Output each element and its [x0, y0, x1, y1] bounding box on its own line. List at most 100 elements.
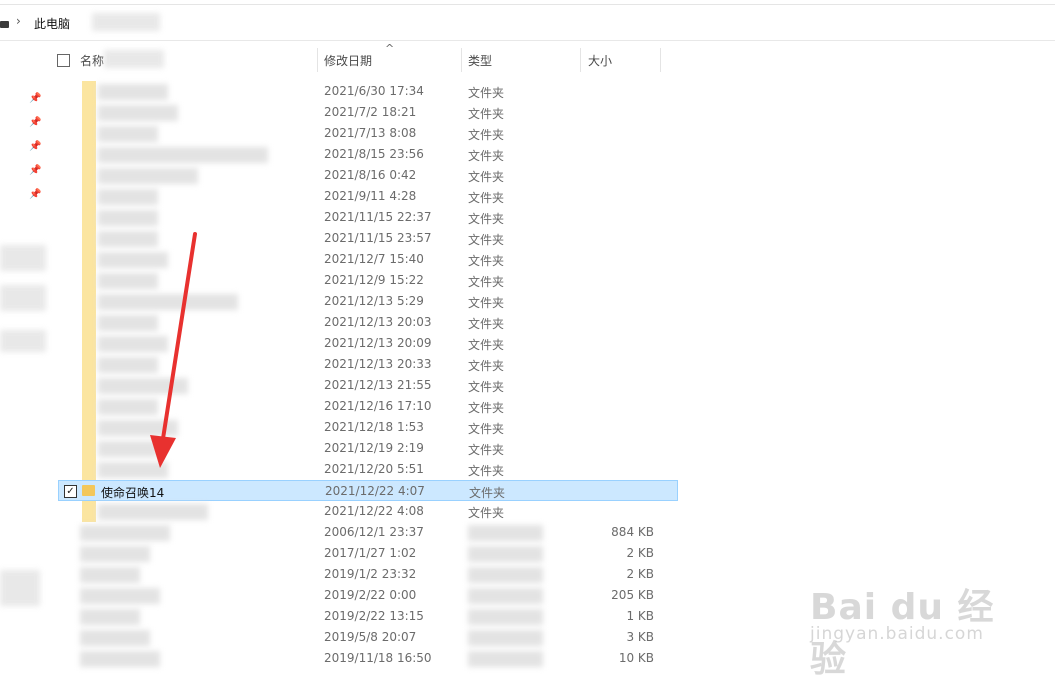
date-modified: 2021/7/13 8:08	[324, 126, 417, 140]
date-modified: 2019/2/22 13:15	[324, 609, 424, 623]
blurred-file-name	[80, 588, 160, 604]
table-row-selected[interactable]: ✓ 使命召唤14 2021/12/22 4:07 文件夹	[58, 480, 678, 501]
blurred-file-name	[98, 105, 178, 121]
file-type: 文件夹	[468, 317, 505, 331]
blurred-file-name	[98, 84, 168, 100]
folder-icon	[82, 81, 96, 102]
folder-icon	[82, 485, 95, 496]
blurred-file-type	[468, 651, 543, 667]
file-size: 3 KB	[626, 630, 654, 644]
date-modified: 2021/8/16 0:42	[324, 168, 417, 182]
date-modified: 2021/8/15 23:56	[324, 147, 424, 161]
folder-icon	[82, 375, 96, 396]
date-modified: 2021/12/13 20:09	[324, 336, 432, 350]
blurred-file-name	[98, 189, 158, 205]
red-arrow-annotation	[150, 232, 197, 468]
column-divider[interactable]	[461, 48, 462, 72]
pin-icon: 📌	[29, 141, 42, 152]
breadcrumb-this-pc[interactable]: 此电脑	[34, 15, 70, 32]
table-row[interactable]: 2021/9/11 4:28 文件夹	[58, 186, 678, 207]
column-type[interactable]: 类型	[468, 52, 492, 69]
row-checkbox[interactable]: ✓	[64, 485, 77, 498]
file-size: 884 KB	[611, 525, 654, 539]
date-modified: 2021/12/16 17:10	[324, 399, 432, 413]
date-modified: 2021/6/30 17:34	[324, 84, 424, 98]
blurred-file-name	[98, 126, 158, 142]
table-row[interactable]: 2019/2/22 13:15 1 KB	[58, 606, 678, 627]
column-divider[interactable]	[317, 48, 318, 72]
blurred-nav-item	[0, 285, 46, 311]
file-type: 文件夹	[468, 275, 505, 289]
table-row[interactable]: 2017/1/27 1:02 2 KB	[58, 543, 678, 564]
table-row[interactable]: 2021/7/2 18:21 文件夹	[58, 102, 678, 123]
column-name[interactable]: 名称	[80, 52, 104, 69]
date-modified: 2021/12/13 5:29	[324, 294, 424, 308]
pin-icon: 📌	[29, 165, 42, 176]
folder-icon	[82, 270, 96, 291]
blurred-file-type	[468, 609, 543, 625]
blurred-breadcrumb	[92, 13, 160, 31]
folder-icon	[82, 228, 96, 249]
column-size[interactable]: 大小	[588, 52, 612, 69]
folder-icon	[82, 249, 96, 270]
file-type: 文件夹	[468, 107, 505, 121]
blurred-file-type	[468, 525, 543, 541]
file-size: 2 KB	[626, 546, 654, 560]
blurred-file-name	[80, 651, 160, 667]
date-modified: 2021/12/13 21:55	[324, 378, 432, 392]
table-row[interactable]: 2021/7/13 8:08 文件夹	[58, 123, 678, 144]
watermark-url: jingyan.baidu.com	[810, 624, 984, 644]
select-all-checkbox[interactable]	[57, 54, 70, 67]
pin-icon: 📌	[29, 117, 42, 128]
date-modified: 2019/2/22 0:00	[324, 588, 417, 602]
blurred-header-area	[104, 50, 164, 68]
folder-icon	[82, 459, 96, 480]
file-type: 文件夹	[468, 359, 505, 373]
table-row[interactable]: 2021/8/16 0:42 文件夹	[58, 165, 678, 186]
file-type: 文件夹	[468, 212, 505, 226]
baidu-jingyan-watermark: Bai du 经验 jingyan.baidu.com	[810, 560, 1010, 680]
table-row[interactable]: 2019/2/22 0:00 205 KB	[58, 585, 678, 606]
folder-icon	[82, 396, 96, 417]
computer-icon	[0, 21, 9, 28]
blurred-file-type	[468, 546, 543, 562]
file-type: 文件夹	[468, 443, 505, 457]
file-type: 文件夹	[468, 233, 505, 247]
pin-icon: 📌	[29, 93, 42, 104]
date-modified: 2019/1/2 23:32	[324, 567, 417, 581]
folder-icon	[82, 123, 96, 144]
column-divider[interactable]	[580, 48, 581, 72]
blurred-file-name	[98, 504, 208, 520]
blurred-file-name	[98, 147, 268, 163]
folder-icon	[82, 501, 96, 522]
table-row[interactable]: 2021/11/15 22:37 文件夹	[58, 207, 678, 228]
folder-icon	[82, 186, 96, 207]
folder-icon	[82, 165, 96, 186]
file-type: 文件夹	[468, 149, 505, 163]
table-row[interactable]: 2006/12/1 23:37 884 KB	[58, 522, 678, 543]
blurred-nav-item	[0, 330, 46, 352]
folder-icon	[82, 333, 96, 354]
file-type: 文件夹	[468, 464, 505, 478]
table-row[interactable]: 2021/12/22 4:08 文件夹	[58, 501, 678, 522]
table-row[interactable]: 2019/1/2 23:32 2 KB	[58, 564, 678, 585]
date-modified: 2021/12/18 1:53	[324, 420, 424, 434]
pin-icon: 📌	[29, 189, 42, 200]
folder-icon	[82, 144, 96, 165]
blurred-nav-item	[0, 570, 40, 606]
blurred-file-name	[80, 567, 140, 583]
folder-icon	[82, 207, 96, 228]
date-modified: 2021/7/2 18:21	[324, 105, 417, 119]
table-row[interactable]: 2019/11/18 16:50 10 KB	[58, 648, 678, 669]
file-type: 文件夹	[468, 296, 505, 310]
table-row[interactable]: 2021/8/15 23:56 文件夹	[58, 144, 678, 165]
table-row[interactable]: 2021/6/30 17:34 文件夹	[58, 81, 678, 102]
table-row[interactable]: 2019/5/8 20:07 3 KB	[58, 627, 678, 648]
column-date-modified[interactable]: 修改日期	[324, 52, 372, 69]
column-divider[interactable]	[660, 48, 661, 72]
address-bar[interactable]: › 此电脑	[0, 4, 1055, 41]
date-modified: 2021/12/22 4:07	[325, 484, 425, 498]
date-modified: 2021/12/9 15:22	[324, 273, 424, 287]
date-modified: 2021/12/7 15:40	[324, 252, 424, 266]
file-type: 文件夹	[468, 401, 505, 415]
